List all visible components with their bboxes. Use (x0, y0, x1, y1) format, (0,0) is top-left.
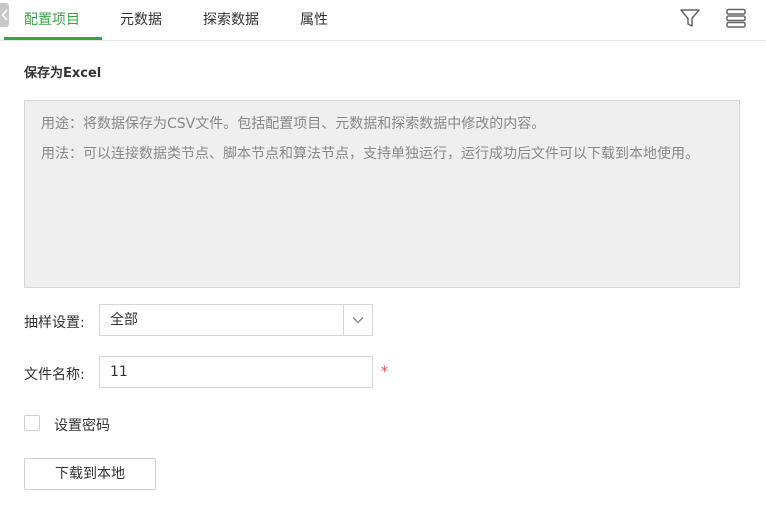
filename-value: 11 (110, 364, 128, 380)
chevron-down-icon (352, 317, 364, 324)
description-usage: 用途：将数据保存为CSV文件。包括配置项目、元数据和探索数据中修改的内容。 (41, 116, 546, 132)
tab-config-items[interactable]: 配置项目 (24, 0, 80, 40)
description-box: 用途：将数据保存为CSV文件。包括配置项目、元数据和探索数据中修改的内容。 用法… (24, 100, 740, 288)
filename-input[interactable]: 11 (99, 356, 373, 388)
stacked-list-icon (726, 8, 746, 28)
filter-button[interactable] (678, 6, 702, 30)
download-button[interactable]: 下载到本地 (24, 458, 156, 490)
sampling-value: 全部 (110, 312, 138, 328)
filter-icon (680, 9, 700, 27)
tab-explore-data[interactable]: 探索数据 (203, 0, 259, 40)
sampling-select[interactable]: 全部 (99, 304, 373, 336)
sampling-label: 抽样设置: (24, 315, 85, 331)
active-tab-indicator (4, 37, 102, 40)
chevron-left-icon (1, 9, 8, 21)
tab-bar: 配置项目 元数据 探索数据 属性 (0, 0, 766, 41)
select-arrow[interactable] (343, 305, 372, 335)
tab-metadata[interactable]: 元数据 (120, 0, 162, 40)
tab-properties[interactable]: 属性 (300, 0, 328, 40)
description-howto: 用法：可以连接数据类节点、脚本节点和算法节点，支持单独运行，运行成功后文件可以下… (41, 146, 699, 162)
password-label[interactable]: 设置密码 (54, 415, 110, 435)
list-view-button[interactable] (724, 6, 748, 30)
section-title: 保存为Excel (24, 66, 102, 81)
filename-label: 文件名称: (24, 367, 85, 383)
required-marker: * (381, 364, 388, 380)
collapse-handle[interactable] (0, 3, 9, 27)
password-checkbox[interactable] (24, 415, 40, 431)
